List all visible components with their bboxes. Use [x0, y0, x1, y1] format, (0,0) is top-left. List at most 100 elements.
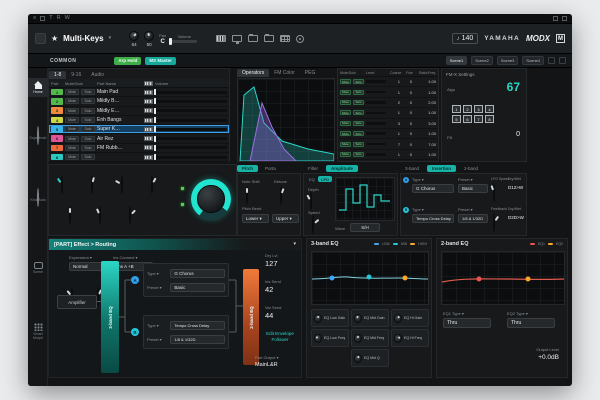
- part-row-6[interactable]: 6 Mute Solo Air Rez: [49, 134, 229, 143]
- op-solo-button[interactable]: Solo: [353, 110, 364, 115]
- operator-row-3[interactable]: Mute Solo 2 0 2.00: [338, 98, 438, 108]
- op-ratio[interactable]: 1.00: [414, 131, 436, 136]
- tab-filter[interactable]: Filter: [303, 165, 323, 172]
- solo-button[interactable]: Solo: [81, 145, 95, 151]
- op-coarse[interactable]: 1: [388, 79, 400, 84]
- tempo-value[interactable]: 140: [462, 35, 474, 42]
- tab-amplitude[interactable]: Amplitude: [326, 165, 358, 172]
- tab-pitch[interactable]: Pitch: [237, 165, 258, 172]
- tab-2band[interactable]: 2-band: [459, 165, 483, 172]
- porta-knob[interactable]: [144, 31, 154, 41]
- op-coarse[interactable]: 3: [388, 121, 400, 126]
- op-coarse[interactable]: 1: [388, 90, 400, 95]
- op-solo-button[interactable]: Solo: [353, 131, 364, 136]
- eq-low-gain[interactable]: EQ Low Gain: [311, 309, 349, 327]
- part-number-badge[interactable]: 6: [51, 135, 63, 142]
- op-fine[interactable]: 0: [402, 131, 412, 136]
- tab-amp-eq[interactable]: EQ: [306, 176, 318, 182]
- fx-preset-select[interactable]: Basic: [458, 184, 488, 193]
- scene-button-2[interactable]: Scene2: [471, 56, 493, 65]
- eq3-block[interactable]: 3-band EQ: [101, 261, 119, 373]
- part-row-8[interactable]: 8 Mute Solo: [49, 153, 229, 162]
- op-mute-button[interactable]: Mute: [340, 131, 351, 136]
- part-number-badge[interactable]: 2: [51, 98, 63, 105]
- operator-row-2[interactable]: Mute Solo 1 0 1.00: [338, 87, 438, 97]
- common-label[interactable]: COMMON: [50, 58, 76, 64]
- eq3-curve-display[interactable]: [311, 251, 429, 305]
- assign-knob-1[interactable]: [61, 175, 63, 194]
- eq-mid-gain[interactable]: EQ Mid Gain: [351, 309, 389, 327]
- assign-knob-3[interactable]: [121, 175, 123, 194]
- fx-type-select[interactable]: Tempo Cross Delay: [412, 214, 454, 223]
- tool-icon-t[interactable]: T: [49, 16, 52, 22]
- solo-button[interactable]: Solo: [81, 154, 95, 160]
- edit-envelope-follower-button[interactable]: Edit Envelope Follower: [259, 331, 301, 343]
- eq-mid-q[interactable]: EQ Mid Q: [351, 349, 389, 367]
- eq2-type-select[interactable]: Thru: [507, 318, 555, 328]
- op-level-slider[interactable]: [366, 80, 386, 83]
- op-solo-button[interactable]: Solo: [353, 100, 364, 105]
- part-name[interactable]: Main Pad: [97, 89, 142, 95]
- eq-mid-gain-knob[interactable]: [354, 314, 362, 323]
- op-level-slider[interactable]: [366, 132, 386, 135]
- monitor-icon[interactable]: [232, 35, 242, 42]
- algo-value[interactable]: 67: [507, 80, 520, 94]
- op-solo-button[interactable]: Solo: [353, 152, 364, 157]
- op-fine[interactable]: 0: [402, 79, 412, 84]
- part-name[interactable]: Enh Bangs: [97, 117, 142, 123]
- keyboard-icon[interactable]: [144, 90, 153, 95]
- amplifier-block[interactable]: Amplifier: [57, 295, 97, 309]
- algorithm-diagram[interactable]: 1 2 3 4 5 6 7 8: [452, 105, 494, 123]
- keyboard-icon[interactable]: [144, 108, 153, 113]
- routing-unit-b[interactable]: Type ▾ Tempo Cross Delay Preset ▾ 1/8 & …: [143, 315, 229, 349]
- super-knob[interactable]: [191, 179, 231, 219]
- eq-mid-freq-knob[interactable]: [354, 334, 362, 343]
- folder-icon[interactable]: [248, 35, 258, 42]
- window-icon[interactable]: [553, 16, 558, 21]
- b-type-select[interactable]: Tempo Cross Delay: [170, 321, 225, 330]
- a-type-select[interactable]: G Chorus: [170, 269, 225, 278]
- op-ratio[interactable]: 1.00: [414, 110, 436, 115]
- favorite-star-icon[interactable]: ★: [51, 35, 58, 43]
- sidebar-item-superknob[interactable]: Superknob: [28, 124, 48, 143]
- volume-slider[interactable]: [155, 109, 227, 112]
- collapse-caret-icon[interactable]: ▾: [293, 242, 296, 247]
- lfo-depth-knob[interactable]: [310, 192, 312, 211]
- op-ratio[interactable]: 2.00: [414, 100, 436, 105]
- tab-parts-audio[interactable]: Audio: [86, 71, 109, 79]
- eq1-type-select[interactable]: Thru: [443, 318, 491, 328]
- keyboard-icon[interactable]: [144, 155, 153, 160]
- part-output-value[interactable]: MainL&R: [255, 362, 278, 368]
- op-solo-button[interactable]: Solo: [353, 90, 364, 95]
- op-mute-button[interactable]: Mute: [340, 121, 351, 126]
- note-shift-knob[interactable]: [246, 186, 248, 205]
- node-a[interactable]: A: [131, 276, 139, 284]
- scene-button-3[interactable]: Scene3: [497, 56, 519, 65]
- part-row-4[interactable]: 4 Mute Solo Enh Bangs: [49, 116, 229, 125]
- tab-3band[interactable]: 3-band: [400, 165, 424, 172]
- assign-knob-6[interactable]: [99, 206, 101, 225]
- op-fine[interactable]: 0: [402, 142, 412, 147]
- feedback-value[interactable]: 0: [516, 131, 520, 138]
- dry-level-value[interactable]: 127: [265, 259, 278, 268]
- op-mute-button[interactable]: Mute: [340, 110, 351, 115]
- op-level-slider[interactable]: [366, 112, 386, 115]
- part-number-badge[interactable]: 7: [51, 145, 63, 152]
- part-row-1[interactable]: 1 Mute Solo Main Pad: [49, 88, 229, 97]
- tab-operators[interactable]: Operators: [237, 69, 269, 77]
- op-level-slider[interactable]: [366, 153, 386, 156]
- keyboard-icon[interactable]: [144, 99, 153, 104]
- mute-button[interactable]: Mute: [65, 154, 79, 160]
- menu-icon[interactable]: ≡: [33, 16, 36, 22]
- part-name[interactable]: FM Rubb…: [97, 145, 142, 151]
- routing-knob-2[interactable]: [97, 287, 99, 306]
- scene-button-1[interactable]: Scene1: [446, 56, 468, 65]
- keyboard-icon[interactable]: [144, 127, 153, 132]
- tool-icon-w[interactable]: W: [65, 16, 70, 22]
- op-level-slider[interactable]: [366, 122, 386, 125]
- part-name[interactable]: Mildly B…: [97, 98, 142, 104]
- op-coarse[interactable]: 1: [388, 152, 400, 157]
- part-name[interactable]: Air Rez: [97, 136, 142, 142]
- tempo-box[interactable]: ♪ 140: [452, 33, 479, 44]
- part-number-badge[interactable]: 8: [51, 154, 63, 161]
